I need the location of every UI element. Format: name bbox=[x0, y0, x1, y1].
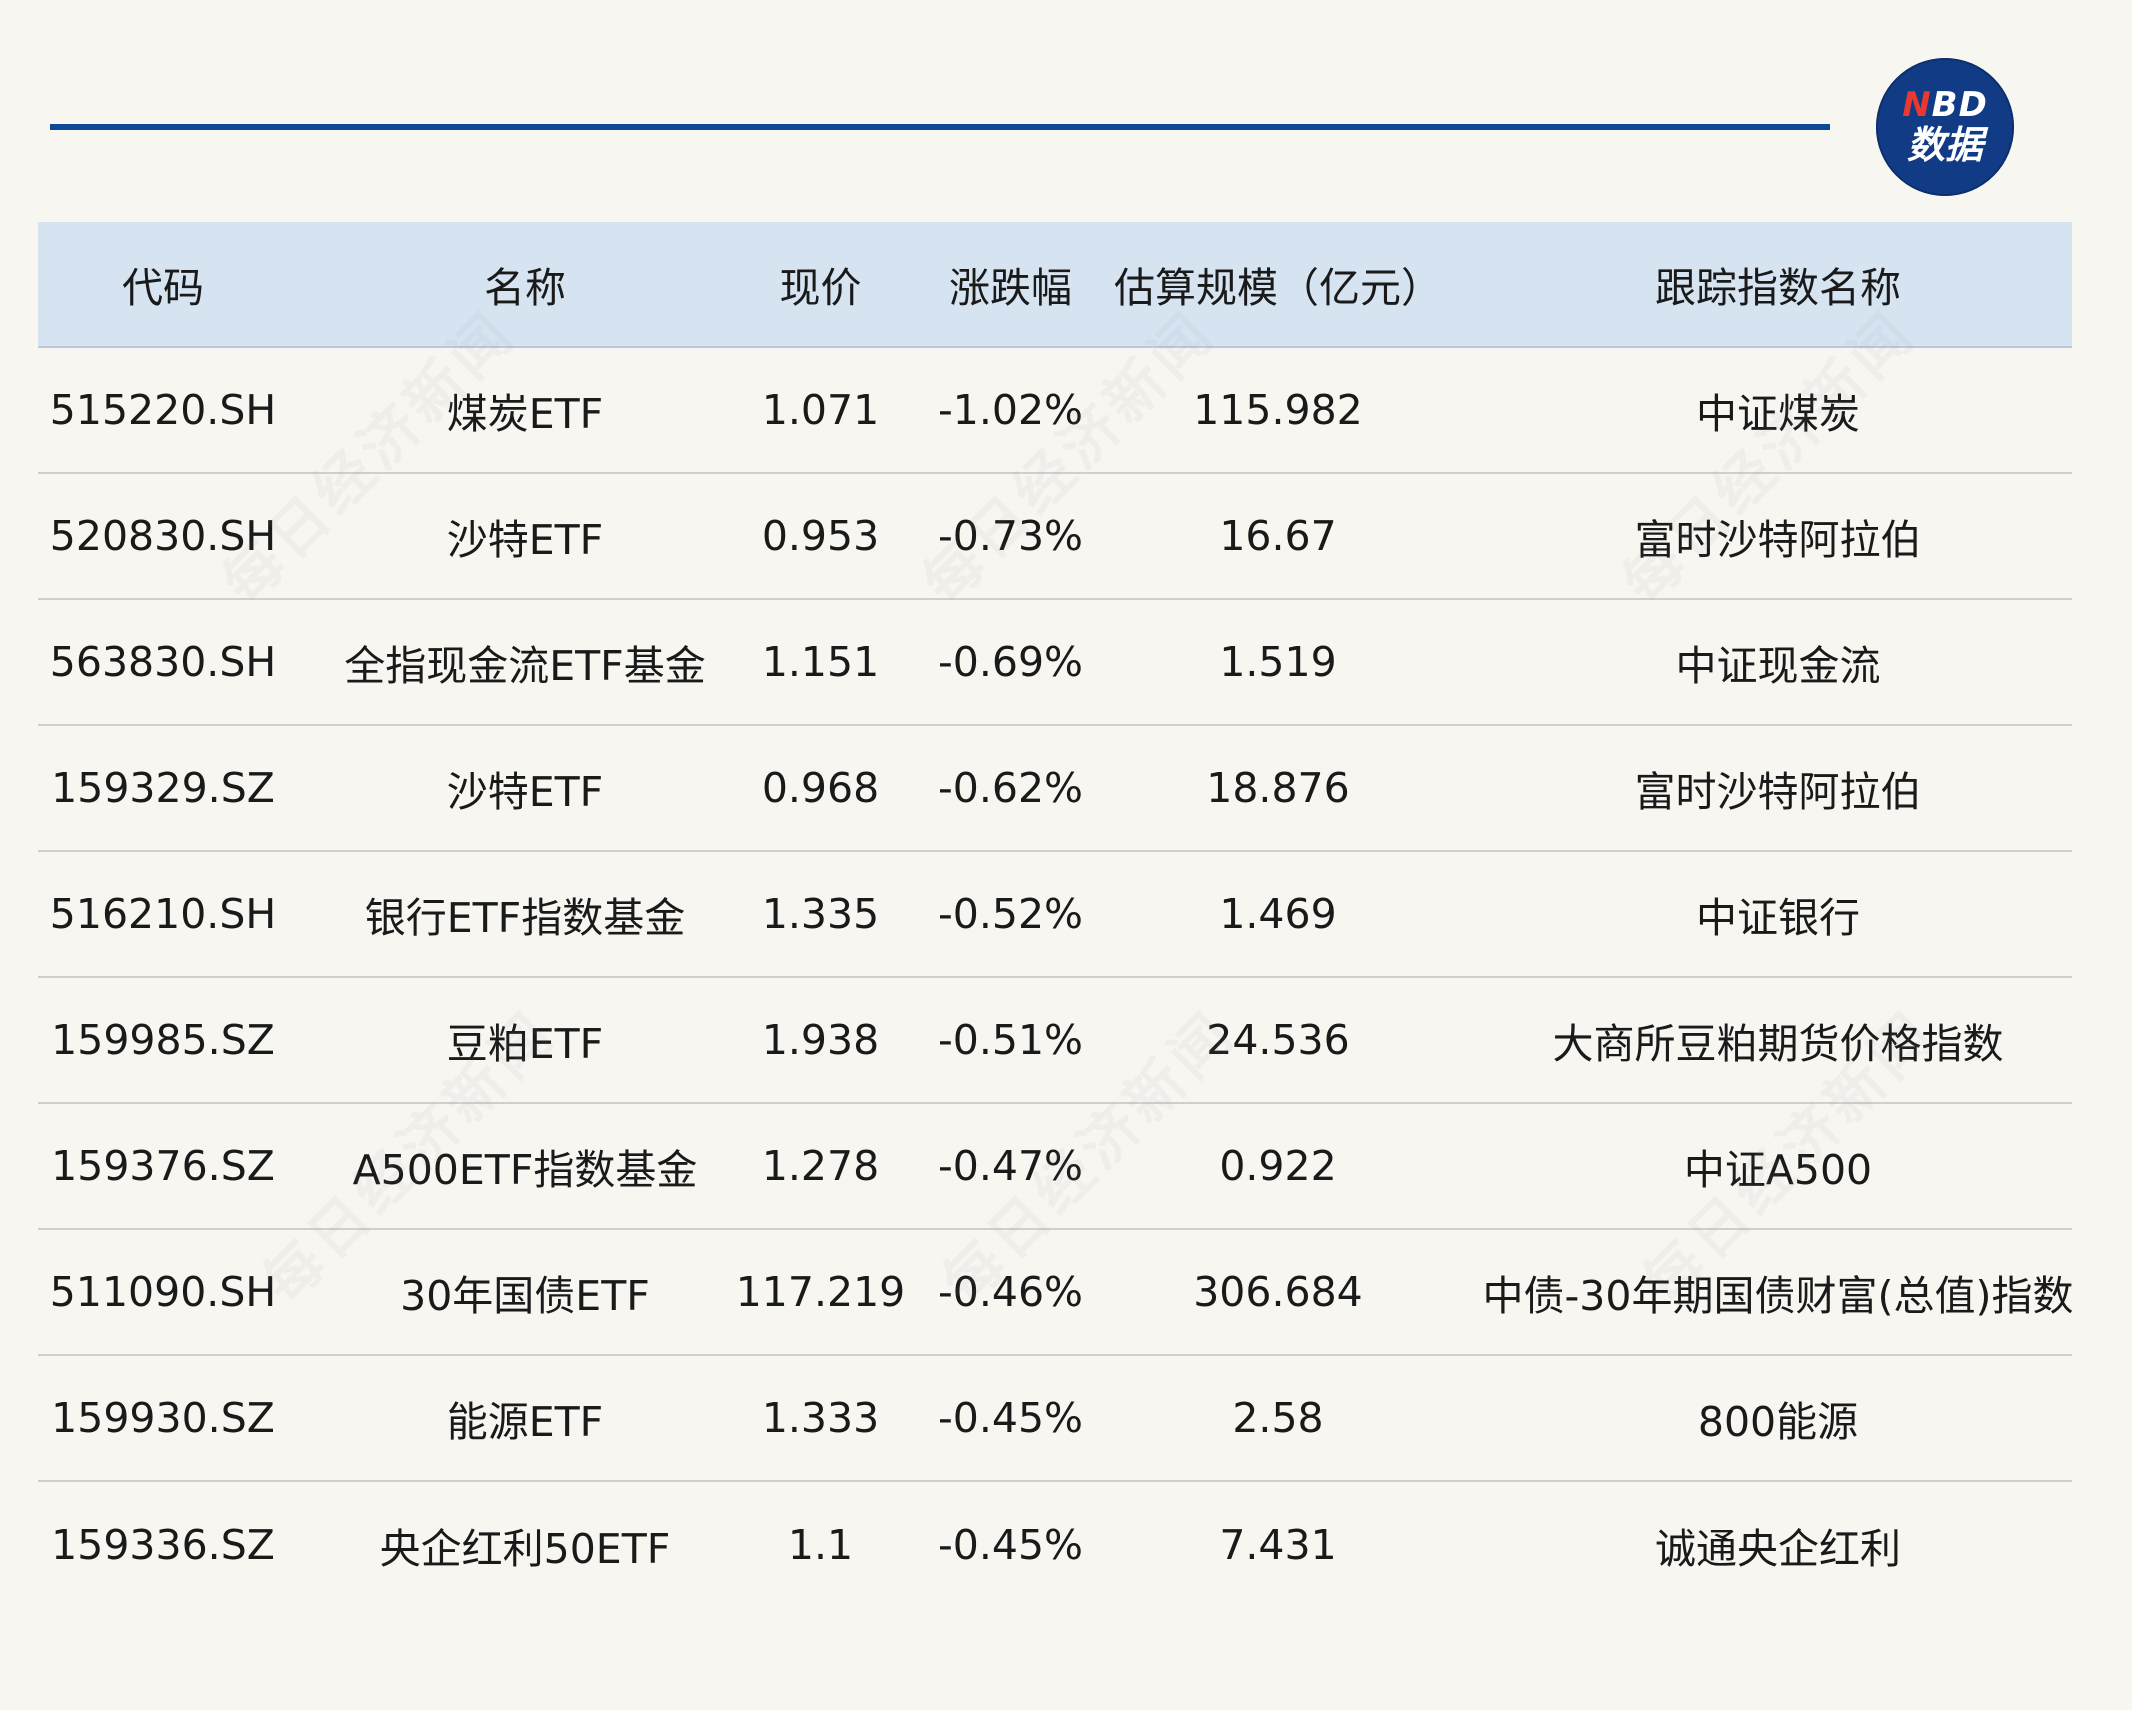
cell-code: 515220.SH bbox=[49, 386, 277, 434]
cell-name: 央企红利50ETF bbox=[379, 1525, 671, 1573]
etf-table: 代码 名称 现价 涨跌幅 估算规模（亿元） 跟踪指数名称 515220.SH 煤… bbox=[38, 222, 2073, 1608]
table-row: 159376.SZ A500ETF指数基金 1.278 -0.47% 0.922… bbox=[38, 1104, 2072, 1230]
column-header-name: 名称 bbox=[484, 264, 566, 312]
cell-scale: 1.519 bbox=[1219, 638, 1337, 686]
cell-name: 沙特ETF bbox=[446, 768, 604, 816]
table-header-row: 代码 名称 现价 涨跌幅 估算规模（亿元） 跟踪指数名称 bbox=[38, 222, 2072, 348]
cell-change: -0.62% bbox=[937, 764, 1084, 812]
top-divider-rule bbox=[50, 124, 1830, 130]
cell-name: 全指现金流ETF基金 bbox=[344, 642, 706, 690]
column-header-code: 代码 bbox=[122, 264, 204, 312]
logo-data-text: 数据 bbox=[1906, 123, 1983, 167]
cell-code: 511090.SH bbox=[49, 1268, 277, 1316]
cell-code: 159985.SZ bbox=[51, 1016, 275, 1064]
cell-name: 煤炭ETF bbox=[446, 390, 604, 438]
cell-code: 563830.SH bbox=[49, 638, 277, 686]
cell-index: 中证煤炭 bbox=[1696, 390, 1860, 438]
cell-scale: 7.431 bbox=[1219, 1521, 1337, 1569]
cell-change: -0.45% bbox=[937, 1521, 1084, 1569]
table-row: 515220.SH 煤炭ETF 1.071 -1.02% 115.982 中证煤… bbox=[38, 348, 2072, 474]
cell-index: 中证银行 bbox=[1696, 894, 1860, 942]
cell-name: 豆粕ETF bbox=[446, 1020, 604, 1068]
cell-code: 520830.SH bbox=[49, 512, 277, 560]
cell-code: 159336.SZ bbox=[51, 1521, 275, 1569]
cell-name: 银行ETF指数基金 bbox=[364, 894, 686, 942]
table-row: 516210.SH 银行ETF指数基金 1.335 -0.52% 1.469 中… bbox=[38, 852, 2072, 978]
cell-scale: 115.982 bbox=[1193, 386, 1363, 434]
column-header-scale: 估算规模（亿元） bbox=[1114, 264, 1442, 312]
cell-change: -0.69% bbox=[937, 638, 1084, 686]
table-row: 520830.SH 沙特ETF 0.953 -0.73% 16.67 富时沙特阿… bbox=[38, 474, 2072, 600]
cell-index: 中债-30年期国债财富(总值)指数 bbox=[1482, 1272, 2074, 1320]
cell-index: 中证A500 bbox=[1683, 1146, 1873, 1194]
cell-code: 159376.SZ bbox=[51, 1142, 275, 1190]
column-header-change: 涨跌幅 bbox=[949, 264, 1072, 312]
cell-scale: 18.876 bbox=[1206, 764, 1350, 812]
table-row: 159930.SZ 能源ETF 1.333 -0.45% 2.58 800能源 bbox=[38, 1356, 2072, 1482]
table-row: 159336.SZ 央企红利50ETF 1.1 -0.45% 7.431 诚通央… bbox=[38, 1482, 2072, 1608]
cell-change: -0.51% bbox=[937, 1016, 1084, 1064]
cell-change: -0.47% bbox=[937, 1142, 1084, 1190]
nbd-data-logo: NBD 数据 bbox=[1876, 58, 2014, 196]
cell-scale: 24.536 bbox=[1206, 1016, 1350, 1064]
cell-index: 大商所豆粕期货价格指数 bbox=[1552, 1020, 2004, 1068]
cell-code: 516210.SH bbox=[49, 890, 277, 938]
cell-name: 30年国债ETF bbox=[400, 1272, 650, 1320]
cell-change: -1.02% bbox=[937, 386, 1084, 434]
cell-change: -0.46% bbox=[937, 1268, 1084, 1316]
cell-name: 能源ETF bbox=[446, 1398, 604, 1446]
column-header-index: 跟踪指数名称 bbox=[1655, 264, 1901, 312]
table-row: 563830.SH 全指现金流ETF基金 1.151 -0.69% 1.519 … bbox=[38, 600, 2072, 726]
table-row: 511090.SH 30年国债ETF 117.219 -0.46% 306.68… bbox=[38, 1230, 2073, 1356]
table-row: 159329.SZ 沙特ETF 0.968 -0.62% 18.876 富时沙特… bbox=[38, 726, 2072, 852]
cell-index: 800能源 bbox=[1697, 1398, 1859, 1446]
cell-scale: 2.58 bbox=[1232, 1394, 1324, 1442]
logo-nbd-text: NBD bbox=[1902, 85, 1988, 125]
cell-scale: 0.922 bbox=[1219, 1142, 1337, 1190]
cell-name: A500ETF指数基金 bbox=[352, 1146, 698, 1194]
cell-scale: 1.469 bbox=[1219, 890, 1337, 938]
cell-index: 富时沙特阿拉伯 bbox=[1634, 768, 1922, 816]
cell-index: 中证现金流 bbox=[1675, 642, 1881, 690]
cell-name: 沙特ETF bbox=[446, 516, 604, 564]
cell-index: 诚通央企红利 bbox=[1655, 1525, 1901, 1573]
cell-code: 159930.SZ bbox=[51, 1394, 275, 1442]
cell-change: -0.45% bbox=[937, 1394, 1084, 1442]
cell-change: -0.52% bbox=[937, 890, 1084, 938]
cell-code: 159329.SZ bbox=[51, 764, 275, 812]
cell-scale: 306.684 bbox=[1193, 1268, 1363, 1316]
table-row: 159985.SZ 豆粕ETF 1.938 -0.51% 24.536 大商所豆… bbox=[38, 978, 2072, 1104]
cell-index: 富时沙特阿拉伯 bbox=[1634, 516, 1922, 564]
cell-scale: 16.67 bbox=[1219, 512, 1337, 560]
cell-change: -0.73% bbox=[937, 512, 1084, 560]
